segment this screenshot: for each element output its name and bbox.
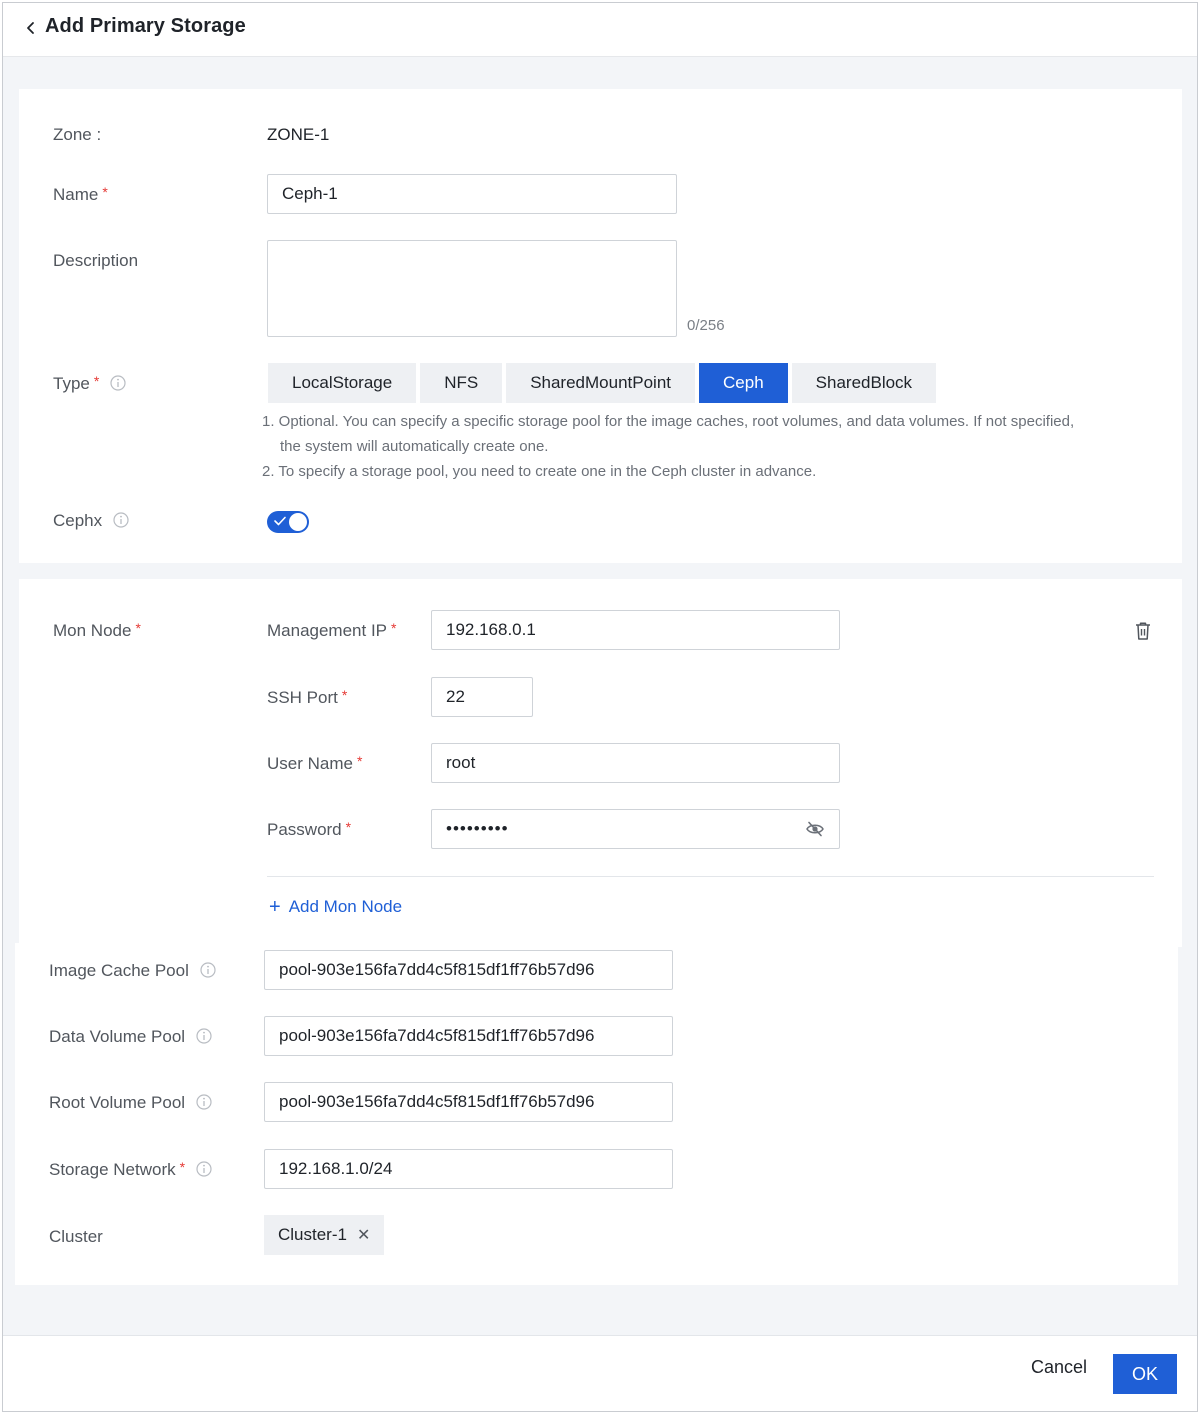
type-hint: 1. Optional. You can specify a specific … xyxy=(262,409,1162,484)
type-option-sharedmountpoint[interactable]: SharedMountPoint xyxy=(506,363,696,403)
ssh-port-label-text: SSH Port xyxy=(267,688,338,707)
info-icon[interactable] xyxy=(200,962,216,978)
page-header: Add Primary Storage xyxy=(3,3,1197,57)
storage-network-label-text: Storage Network xyxy=(49,1160,176,1179)
mon-node-label: Mon Node * xyxy=(53,620,141,641)
name-label-text: Name xyxy=(53,185,99,204)
info-icon[interactable] xyxy=(110,375,126,391)
toggle-knob xyxy=(289,513,307,531)
type-segmented-control: LocalStorage NFS SharedMountPoint Ceph S… xyxy=(268,363,937,403)
cancel-button[interactable]: Cancel xyxy=(1031,1357,1087,1378)
description-textarea[interactable] xyxy=(267,240,677,337)
root-volume-pool-label: Root Volume Pool xyxy=(49,1093,212,1113)
dialog-frame: Add Primary Storage Zone : ZONE-1 Name * … xyxy=(2,2,1198,1412)
name-input[interactable]: Ceph-1 xyxy=(267,174,677,214)
type-option-ceph[interactable]: Ceph xyxy=(699,363,788,403)
zone-value: ZONE-1 xyxy=(267,125,330,144)
pools-card: Image Cache Pool pool-903e156fa7dd4c5f81… xyxy=(15,943,1178,1285)
basic-info-card: Zone : ZONE-1 Name * Ceph-1 Description 0… xyxy=(19,89,1182,563)
info-icon[interactable] xyxy=(196,1028,212,1044)
mon-node-label-text: Mon Node xyxy=(53,621,132,640)
mon-node-card: Mon Node * Management IP * 192.168.0.1 SSH… xyxy=(19,579,1182,947)
cephx-toggle[interactable] xyxy=(267,511,309,533)
user-name-label-text: User Name xyxy=(267,754,353,773)
password-value: ••••••••• xyxy=(446,819,509,838)
type-option-nfs[interactable]: NFS xyxy=(420,363,503,403)
ssh-port-input[interactable]: 22 xyxy=(431,677,533,717)
data-volume-pool-label-text: Data Volume Pool xyxy=(49,1027,186,1046)
check-icon xyxy=(274,516,286,526)
required-mark: * xyxy=(135,620,141,636)
hint-line-1: 1. Optional. You can specify a specific … xyxy=(262,413,1075,430)
name-label: Name * xyxy=(53,184,108,205)
zone-label: Zone : xyxy=(53,125,102,144)
close-icon[interactable]: ✕ xyxy=(357,1227,370,1244)
eye-off-icon[interactable] xyxy=(805,820,825,838)
management-ip-label-text: Management IP xyxy=(267,621,388,640)
required-mark: * xyxy=(93,373,100,389)
root-volume-pool-label-text: Root Volume Pool xyxy=(49,1093,186,1112)
chevron-left-icon[interactable] xyxy=(23,18,39,38)
info-icon[interactable] xyxy=(196,1161,212,1177)
image-cache-pool-label: Image Cache Pool xyxy=(49,961,216,981)
trash-icon[interactable] xyxy=(1134,621,1152,641)
divider xyxy=(267,876,1154,877)
dialog-footer: Cancel OK xyxy=(3,1335,1197,1411)
image-cache-pool-input[interactable]: pool-903e156fa7dd4c5f815df1ff76b57d96 xyxy=(264,950,673,990)
type-label-text: Type xyxy=(53,374,90,393)
management-ip-label: Management IP * xyxy=(267,620,397,641)
description-label: Description xyxy=(53,251,139,270)
plus-icon: + xyxy=(269,896,281,918)
image-cache-pool-label-text: Image Cache Pool xyxy=(49,961,189,980)
cluster-tag: Cluster-1 ✕ xyxy=(264,1215,385,1255)
required-mark: * xyxy=(341,687,348,703)
cluster-tag-text: Cluster-1 xyxy=(278,1225,347,1244)
info-icon[interactable] xyxy=(196,1094,212,1110)
password-input[interactable]: ••••••••• xyxy=(431,809,840,849)
type-label: Type * xyxy=(53,373,126,394)
data-volume-pool-input[interactable]: pool-903e156fa7dd4c5f815df1ff76b57d96 xyxy=(264,1016,673,1056)
required-mark: * xyxy=(102,184,108,200)
cephx-label: Cephx xyxy=(53,511,129,531)
required-mark: * xyxy=(356,753,363,769)
page-title: Add Primary Storage xyxy=(45,15,246,37)
required-mark: * xyxy=(345,819,352,835)
type-option-localstorage[interactable]: LocalStorage xyxy=(268,363,417,403)
cephx-label-text: Cephx xyxy=(53,511,103,530)
ssh-port-label: SSH Port * xyxy=(267,687,348,708)
add-mon-node-text: Add Mon Node xyxy=(288,897,403,916)
storage-network-input[interactable]: 192.168.1.0/24 xyxy=(264,1149,673,1189)
password-label: Password * xyxy=(267,819,352,840)
user-name-label: User Name * xyxy=(267,753,363,774)
description-counter: 0/256 xyxy=(687,317,725,334)
ok-button[interactable]: OK xyxy=(1113,1354,1177,1394)
info-icon[interactable] xyxy=(113,512,129,528)
storage-network-label: Storage Network * xyxy=(49,1159,212,1180)
root-volume-pool-input[interactable]: pool-903e156fa7dd4c5f815df1ff76b57d96 xyxy=(264,1082,673,1122)
cluster-label: Cluster xyxy=(49,1227,103,1246)
hint-line-2: 2. To specify a storage pool, you need t… xyxy=(262,463,817,480)
add-mon-node-link[interactable]: + Add Mon Node xyxy=(269,895,402,918)
required-mark: * xyxy=(391,620,397,636)
data-volume-pool-label: Data Volume Pool xyxy=(49,1027,212,1047)
type-option-sharedblock[interactable]: SharedBlock xyxy=(791,363,937,403)
hint-line-1b: the system will automatically create one… xyxy=(280,438,549,455)
user-name-input[interactable]: root xyxy=(431,743,840,783)
management-ip-input[interactable]: 192.168.0.1 xyxy=(431,610,840,650)
password-label-text: Password xyxy=(267,820,342,839)
required-mark: * xyxy=(179,1159,186,1175)
